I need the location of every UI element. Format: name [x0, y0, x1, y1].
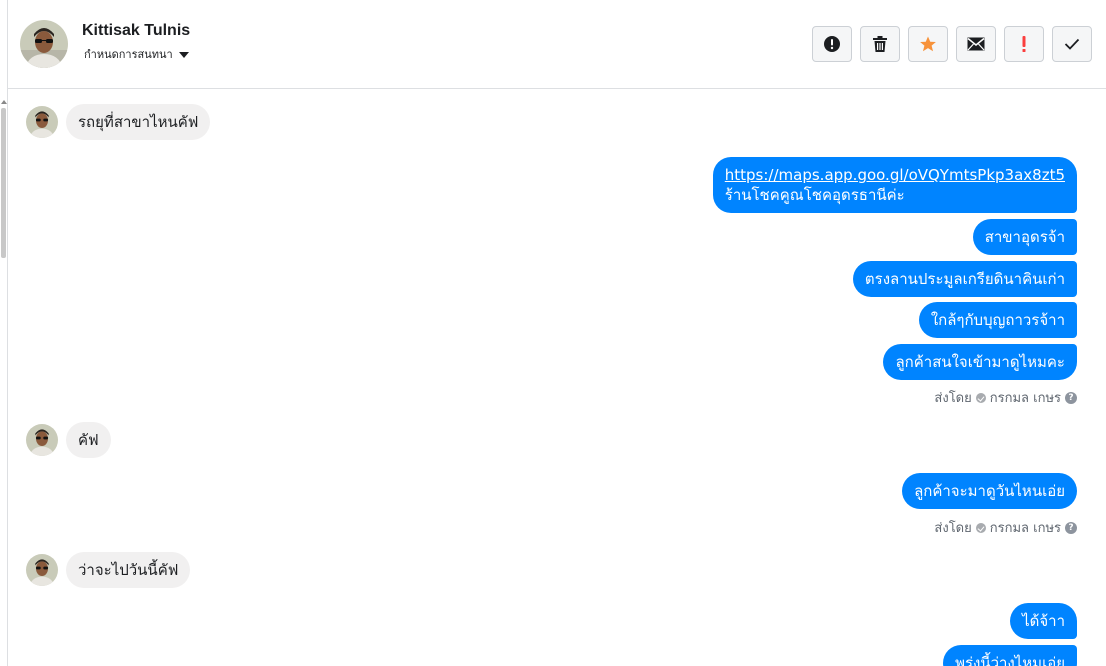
verified-check-icon — [975, 522, 986, 533]
incoming-message[interactable]: รถยุที่สาขาไหนคัฟ — [66, 104, 211, 140]
sent-by-prefix: ส่งโดย — [934, 521, 972, 536]
conversation-header: Kittisak Tulnis กำหนดการสนทนา — [8, 0, 1106, 89]
spam-button[interactable] — [812, 26, 852, 62]
outgoing-message[interactable]: พรุ่งนี้ว่างไหมเอ่ย — [943, 645, 1077, 666]
incoming-message[interactable]: คัฟ — [66, 422, 111, 458]
contact-avatar-small[interactable] — [26, 554, 58, 586]
outgoing-message[interactable]: สาขาอุดรจ้า — [972, 219, 1077, 255]
message-thread[interactable]: รถยุที่สาขาไหนคัฟ https://maps.app.goo.g… — [8, 90, 1106, 666]
star-icon — [920, 36, 936, 52]
verified-check-icon — [975, 392, 986, 403]
maps-link[interactable]: https://maps.app.goo.gl/oVQYmtsPkp3ax8zt… — [725, 166, 1065, 184]
assign-conversation-label: กำหนดการสนทนา — [84, 48, 173, 61]
done-button[interactable] — [1052, 26, 1092, 62]
sent-by-label: ส่งโดย กรกมล เกษร ? — [934, 517, 1077, 538]
left-scrollbar[interactable] — [0, 0, 8, 666]
message-text: ร้านโชคคูณโชคอุดรธานีค่ะ — [724, 186, 905, 204]
delete-button[interactable] — [860, 26, 900, 62]
envelope-icon — [967, 37, 985, 51]
caret-down-icon — [178, 51, 189, 58]
mark-unread-button[interactable] — [956, 26, 996, 62]
contact-avatar-small[interactable] — [26, 106, 58, 138]
outgoing-message[interactable]: https://maps.app.goo.gl/oVQYmtsPkp3ax8zt… — [712, 157, 1077, 213]
action-toolbar — [812, 26, 1092, 62]
outgoing-message[interactable]: ตรงลานประมูลเกรียดินาคินเก่า — [852, 261, 1077, 297]
sent-by-label: ส่งโดย กรกมล เกษร ? — [934, 387, 1077, 408]
help-icon[interactable]: ? — [1065, 521, 1077, 534]
contact-name[interactable]: Kittisak Tulnis — [82, 22, 190, 40]
checkmark-icon — [1064, 38, 1080, 50]
alert-circle-icon — [824, 36, 840, 52]
scroll-up-arrow-icon[interactable] — [1, 100, 7, 104]
sent-by-name: กรกมล เกษร — [989, 521, 1061, 536]
assign-conversation-dropdown[interactable]: กำหนดการสนทนา — [84, 45, 189, 63]
star-button[interactable] — [908, 26, 948, 62]
outgoing-message[interactable]: ใกล้ๆกับบุญถาวรจ้าา — [918, 302, 1077, 338]
sent-by-prefix: ส่งโดย — [934, 391, 972, 406]
incoming-message-row: คัฟ — [26, 422, 111, 458]
contact-avatar-small[interactable] — [26, 424, 58, 456]
incoming-message-row: รถยุที่สาขาไหนคัฟ — [26, 104, 211, 140]
follow-up-button[interactable] — [1004, 26, 1044, 62]
exclamation-icon — [1022, 36, 1026, 52]
outgoing-message[interactable]: ลูกค้าจะมาดูวันไหนเอ่ย — [902, 473, 1077, 509]
outgoing-message[interactable]: ลูกค้าสนใจเข้ามาดูไหมคะ — [883, 344, 1077, 380]
outgoing-message[interactable]: ได้จ้าา — [1010, 603, 1077, 639]
sent-by-name: กรกมล เกษร — [989, 391, 1061, 406]
scrollbar-thumb[interactable] — [1, 108, 6, 258]
help-icon[interactable]: ? — [1065, 391, 1077, 404]
incoming-message-row: ว่าจะไปวันนี้คัฟ — [26, 552, 191, 588]
trash-icon — [873, 36, 887, 52]
contact-avatar[interactable] — [20, 20, 68, 68]
incoming-message[interactable]: ว่าจะไปวันนี้คัฟ — [66, 552, 191, 588]
